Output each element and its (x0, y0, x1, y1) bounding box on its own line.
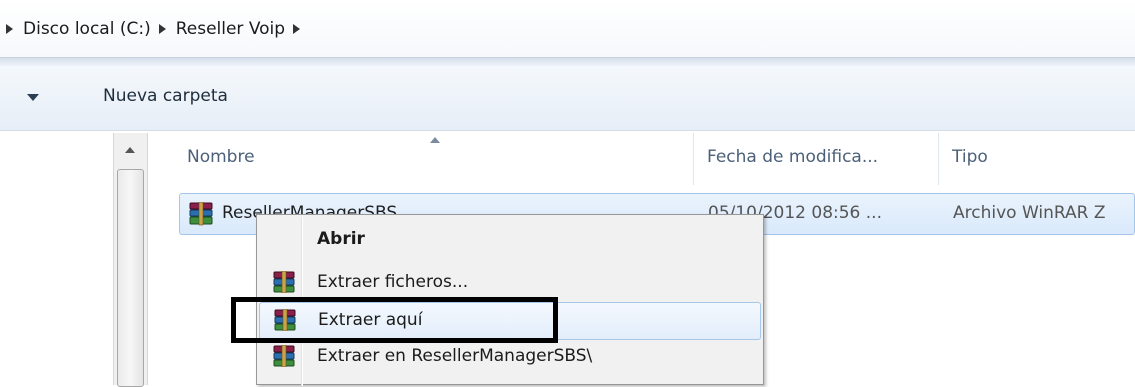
winrar-archive-icon (188, 201, 214, 230)
menu-item-label: Abrir (317, 229, 365, 249)
column-headers: Nombre Fecha de modifica... Tipo (147, 133, 1135, 185)
winrar-icon (274, 308, 296, 335)
sort-ascending-icon (430, 137, 440, 143)
winrar-icon (273, 270, 295, 297)
breadcrumb-arrow-icon[interactable] (293, 24, 301, 34)
menu-item-label: Extraer ficheros... (317, 272, 469, 292)
scroll-up-icon[interactable] (125, 147, 135, 153)
address-bar-divider (0, 57, 1135, 66)
breadcrumb-item-folder[interactable]: Reseller Voip (176, 19, 285, 39)
menu-item-extract-here[interactable]: Extraer aquí (259, 302, 761, 340)
nav-pane-scrollbar[interactable] (113, 133, 148, 387)
menu-item-open[interactable]: Abrir (259, 222, 761, 260)
breadcrumb-arrow-icon[interactable] (158, 24, 166, 34)
menu-item-extract-files[interactable]: Extraer ficheros... (259, 265, 761, 303)
column-divider[interactable] (693, 133, 694, 185)
scroll-thumb[interactable] (117, 169, 144, 387)
column-divider[interactable] (938, 133, 939, 185)
winrar-icon (273, 344, 295, 371)
breadcrumb-arrow-icon[interactable] (6, 24, 13, 34)
new-folder-button[interactable]: Nueva carpeta (103, 86, 228, 106)
column-header-date[interactable]: Fecha de modifica... (707, 147, 878, 167)
address-bar[interactable]: Disco local (C:) Reseller Voip (0, 0, 1135, 58)
menu-item-extract-to-folder[interactable]: Extraer en ResellerManagerSBS\ (259, 339, 761, 377)
organize-dropdown-icon[interactable] (27, 94, 39, 101)
file-type: Archivo WinRAR Z (953, 203, 1106, 223)
menu-item-label: Extraer en ResellerManagerSBS\ (317, 346, 593, 366)
column-header-type[interactable]: Tipo (952, 147, 988, 167)
breadcrumb-item-disk[interactable]: Disco local (C:) (23, 19, 151, 39)
breadcrumb: Disco local (C:) Reseller Voip (0, 14, 310, 44)
command-toolbar: Nueva carpeta (0, 66, 1135, 131)
context-menu: Abrir Extraer ficheros... Extraer aquí E… (256, 214, 764, 386)
menu-item-label: Extraer aquí (318, 310, 423, 330)
column-header-name[interactable]: Nombre (187, 147, 255, 167)
